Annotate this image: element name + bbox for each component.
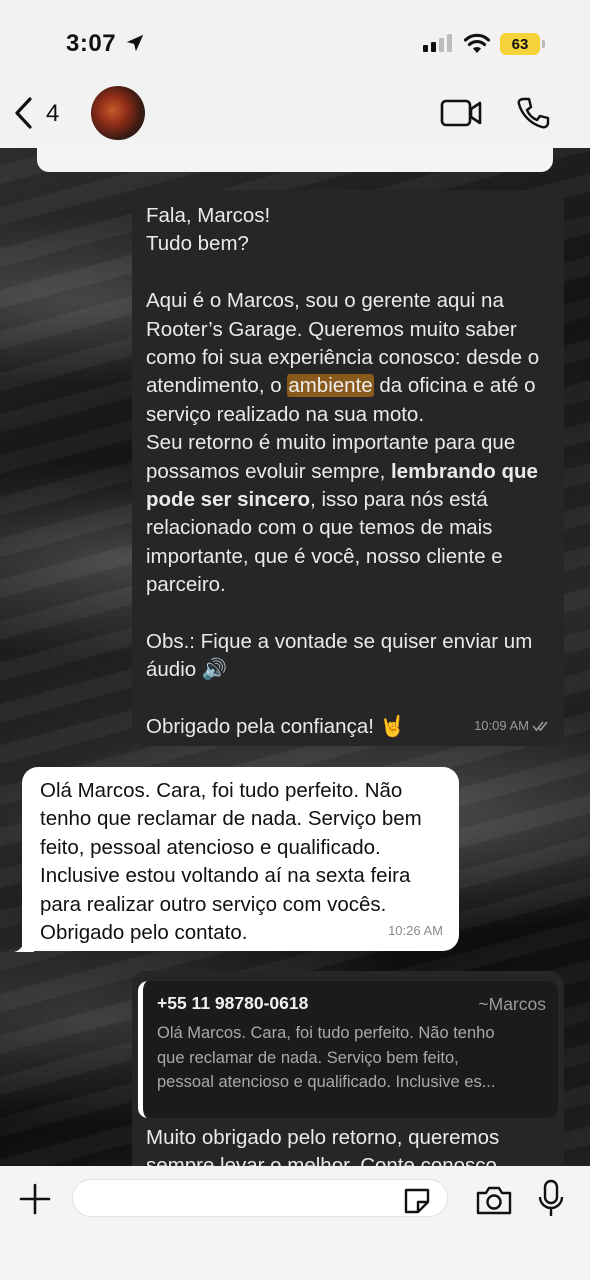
message-input[interactable] xyxy=(72,1179,448,1217)
outgoing-message[interactable]: Fala, Marcos! Tudo bem? Aqui é o Marcos,… xyxy=(132,190,564,746)
contact-avatar[interactable] xyxy=(91,86,145,140)
incoming-message[interactable]: Olá Marcos. Cara, foi tudo perfeito. Não… xyxy=(22,767,459,951)
battery-level: 63 xyxy=(511,35,529,53)
message-text: Olá Marcos. Cara, foi tudo perfeito. Não… xyxy=(40,779,422,945)
cellular-signal-icon xyxy=(423,34,452,52)
quoted-text: Olá Marcos. Cara, foi tudo perfeito. Não… xyxy=(157,1021,546,1095)
camera-icon[interactable] xyxy=(475,1184,513,1216)
back-chevron-icon[interactable] xyxy=(12,96,36,130)
message-composer xyxy=(0,1166,590,1280)
location-arrow-icon xyxy=(126,34,144,52)
battery-indicator: 63 xyxy=(500,33,545,55)
message-line: Fala, Marcos! xyxy=(146,204,271,227)
quoted-message[interactable]: +55 11 98780-0618 ~Marcos Olá Marcos. Ca… xyxy=(138,981,558,1118)
phone-call-icon[interactable] xyxy=(516,96,550,130)
message-time: 10:09 AM xyxy=(474,717,529,733)
video-call-icon[interactable] xyxy=(440,98,482,128)
sticker-icon[interactable] xyxy=(402,1186,432,1214)
message-time: 10:26 AM xyxy=(388,922,443,938)
message-line: Tudo bem? xyxy=(146,232,249,256)
message-meta: 10:09 AM xyxy=(474,712,550,740)
quoted-sender-phone: +55 11 98780-0618 xyxy=(157,993,309,1013)
unread-count[interactable]: 4 xyxy=(46,100,59,128)
plus-icon[interactable] xyxy=(18,1182,52,1216)
message-paragraph: Obs.: Fique a vontade se quiser enviar u… xyxy=(146,630,533,682)
microphone-icon[interactable] xyxy=(538,1179,564,1219)
status-time: 3:07 xyxy=(66,30,117,57)
read-ticks-icon xyxy=(532,721,548,732)
message-paragraph: Seu retorno é muito importante para que … xyxy=(146,429,550,599)
quoted-sender-name: ~Marcos xyxy=(478,994,546,1014)
message-paragraph: Aqui é o Marcos, sou o gerente aqui na R… xyxy=(146,287,550,429)
chat-header: 3:07 63 4 xyxy=(0,0,590,148)
wifi-icon xyxy=(463,33,491,53)
quoted-line: que reclamar de nada. Serviço bem feito, xyxy=(157,1048,459,1067)
search-highlight: ambiente xyxy=(287,374,374,398)
quoted-line: pessoal atencioso e qualificado. Inclusi… xyxy=(157,1073,496,1092)
quoted-line: Olá Marcos. Cara, foi tudo perfeito. Não… xyxy=(157,1024,495,1043)
